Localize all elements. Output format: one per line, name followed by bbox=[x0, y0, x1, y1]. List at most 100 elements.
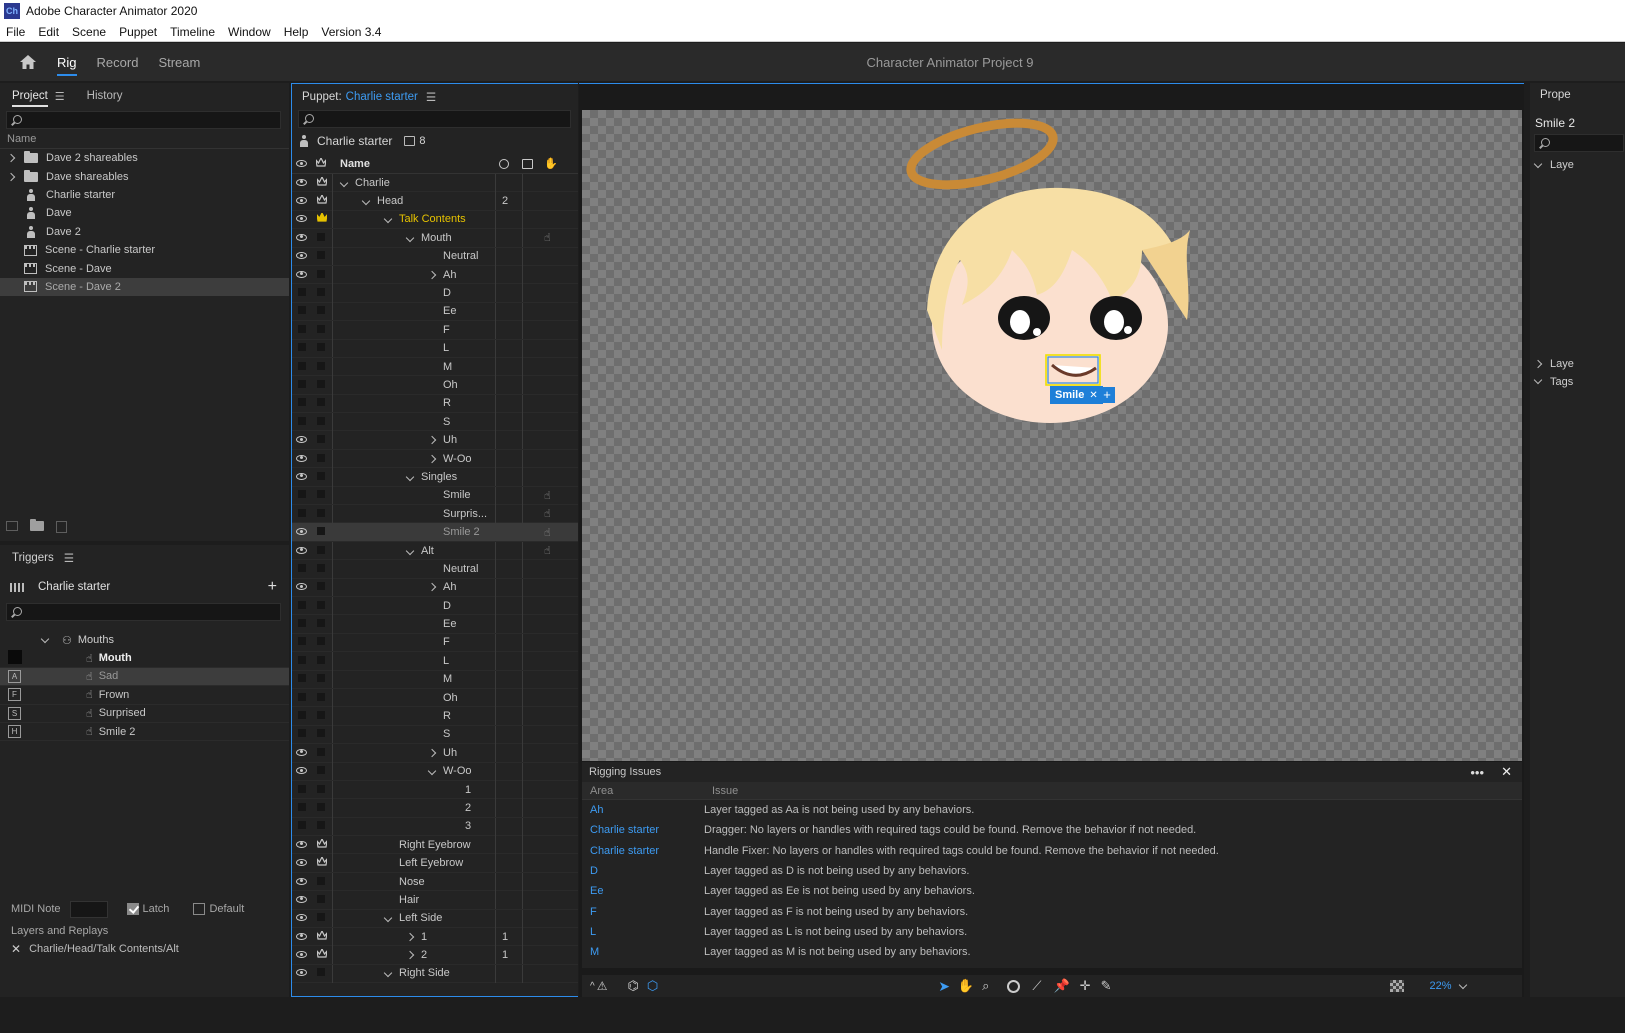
layer-row[interactable]: Uh bbox=[292, 743, 578, 763]
menu-timeline[interactable]: Timeline bbox=[170, 25, 215, 39]
project-item[interactable]: Dave 2 bbox=[0, 223, 289, 241]
eye-icon[interactable] bbox=[296, 252, 307, 260]
independence-toggle[interactable] bbox=[317, 490, 325, 499]
chevron-right-icon[interactable] bbox=[427, 270, 437, 279]
layer-row[interactable]: R bbox=[292, 394, 578, 414]
latch-checkbox[interactable] bbox=[126, 903, 139, 915]
independence-toggle[interactable] bbox=[317, 471, 325, 480]
more-icon[interactable]: ••• bbox=[1470, 765, 1484, 780]
triggers-search-input[interactable] bbox=[6, 603, 281, 621]
project-item[interactable]: Charlie starter bbox=[0, 186, 289, 204]
eye-icon[interactable] bbox=[296, 951, 307, 959]
layer-row[interactable]: F bbox=[292, 320, 578, 340]
chevron-down-icon[interactable] bbox=[383, 969, 393, 978]
col-area[interactable]: Area bbox=[582, 785, 712, 797]
layer-row[interactable]: Ah bbox=[292, 578, 578, 597]
visibility-toggle[interactable] bbox=[298, 379, 306, 388]
issue-row[interactable]: L Layer tagged as L is not being used by … bbox=[582, 922, 1522, 942]
issue-area-link[interactable]: L bbox=[582, 926, 704, 938]
issue-area-link[interactable]: D bbox=[582, 865, 704, 877]
menu-window[interactable]: Window bbox=[228, 25, 271, 39]
chevron-right-icon[interactable] bbox=[427, 454, 437, 463]
chevron-right-icon[interactable] bbox=[6, 172, 16, 181]
crown-icon[interactable] bbox=[317, 195, 327, 204]
eye-icon[interactable] bbox=[296, 215, 307, 223]
independence-toggle[interactable] bbox=[317, 398, 325, 407]
chevron-down-icon[interactable] bbox=[339, 178, 349, 187]
trigger-group-row[interactable]: ⚇ Mouths bbox=[0, 631, 289, 649]
trigger-key[interactable]: F bbox=[8, 688, 21, 702]
hand-icon[interactable]: ☝ bbox=[544, 489, 551, 502]
visibility-toggle[interactable] bbox=[298, 361, 306, 370]
chevron-right-icon[interactable] bbox=[6, 153, 16, 163]
issue-row[interactable]: Charlie starter Handle Fixer: No layers o… bbox=[582, 841, 1522, 861]
independence-toggle[interactable] bbox=[317, 379, 325, 388]
visibility-toggle[interactable] bbox=[298, 398, 306, 407]
issue-area-link[interactable]: Charlie starter bbox=[582, 824, 704, 836]
layer-row[interactable]: S bbox=[292, 725, 578, 745]
independence-toggle[interactable] bbox=[317, 269, 325, 278]
layer-row[interactable]: Neutral bbox=[292, 247, 578, 266]
character-artwork[interactable] bbox=[582, 110, 1522, 761]
chevron-right-icon[interactable] bbox=[405, 950, 415, 960]
project-item[interactable]: Scene - Dave 2 bbox=[0, 277, 289, 297]
add-handle-icon[interactable] bbox=[522, 158, 533, 169]
smile-tag[interactable]: Smile ✕ bbox=[1050, 386, 1103, 404]
add-tag-button[interactable]: + bbox=[1099, 387, 1115, 403]
visibility-toggle[interactable] bbox=[298, 416, 306, 425]
caret-up-icon[interactable]: ^ bbox=[590, 981, 595, 992]
layer-row[interactable]: Oh bbox=[292, 688, 578, 708]
layer-row[interactable]: Ee bbox=[292, 615, 578, 634]
layer-row[interactable]: Charlie bbox=[292, 173, 578, 193]
edit-icon[interactable] bbox=[56, 521, 67, 533]
crown-icon[interactable] bbox=[317, 213, 327, 223]
layer-row[interactable]: Left Eyebrow bbox=[292, 854, 578, 873]
new-scene-icon[interactable] bbox=[6, 521, 18, 531]
eye-icon[interactable] bbox=[296, 877, 307, 885]
layer-row[interactable]: M bbox=[292, 670, 578, 689]
independence-toggle[interactable] bbox=[317, 766, 325, 775]
trigger-key[interactable]: A bbox=[8, 669, 21, 683]
eye-icon[interactable] bbox=[296, 178, 307, 186]
handle-tool-icon[interactable]: ✛ bbox=[1080, 978, 1091, 994]
trigger-item[interactable]: H ☝ Smile 2 bbox=[0, 723, 289, 742]
menu-edit[interactable]: Edit bbox=[38, 25, 59, 39]
issue-row[interactable]: M Layer tagged as M is not being used by … bbox=[582, 942, 1522, 962]
visibility-toggle[interactable] bbox=[298, 674, 306, 683]
visibility-toggle[interactable] bbox=[298, 711, 306, 720]
chevron-down-icon[interactable] bbox=[1458, 980, 1467, 989]
trigger-key[interactable]: H bbox=[8, 725, 21, 739]
trigger-item[interactable]: ☝ Mouth bbox=[0, 649, 289, 668]
project-item[interactable]: Dave 2 shareables bbox=[0, 149, 289, 167]
eye-icon[interactable] bbox=[296, 472, 307, 480]
project-item[interactable]: Scene - Dave bbox=[0, 259, 289, 277]
independence-toggle[interactable] bbox=[317, 545, 325, 554]
layer-row[interactable]: Uh bbox=[292, 431, 578, 450]
project-item[interactable]: Dave shareables bbox=[0, 167, 289, 185]
chevron-down-icon[interactable] bbox=[405, 472, 415, 482]
independence-toggle[interactable] bbox=[317, 747, 325, 756]
shape-icon[interactable]: ⬡ bbox=[647, 978, 658, 994]
layer-row[interactable]: L bbox=[292, 339, 578, 358]
layer-row[interactable]: R bbox=[292, 707, 578, 726]
menu-file[interactable]: File bbox=[6, 25, 25, 39]
independence-toggle[interactable] bbox=[317, 251, 325, 260]
visibility-toggle[interactable] bbox=[298, 655, 306, 664]
eye-icon[interactable] bbox=[296, 914, 307, 922]
layer-row[interactable]: Ee bbox=[292, 302, 578, 322]
chevron-down-icon[interactable] bbox=[427, 766, 437, 776]
remove-icon[interactable]: ✕ bbox=[11, 942, 21, 956]
project-item[interactable]: Scene - Charlie starter bbox=[0, 241, 289, 259]
hamburger-icon[interactable]: ☰ bbox=[55, 90, 65, 103]
layer-row[interactable]: 11 bbox=[292, 927, 578, 947]
crown-icon[interactable] bbox=[315, 156, 327, 170]
properties-title[interactable]: Prope bbox=[1530, 83, 1625, 101]
independence-toggle[interactable] bbox=[317, 416, 325, 425]
independence-toggle[interactable] bbox=[317, 361, 325, 370]
layer-row[interactable]: 21 bbox=[292, 946, 578, 965]
properties-section-1[interactable]: Laye bbox=[1530, 156, 1625, 174]
independence-toggle[interactable] bbox=[317, 508, 325, 517]
puppet-search-input[interactable] bbox=[298, 110, 571, 128]
trigger-key[interactable]: S bbox=[8, 706, 21, 720]
hamburger-icon[interactable]: ☰ bbox=[64, 551, 74, 565]
